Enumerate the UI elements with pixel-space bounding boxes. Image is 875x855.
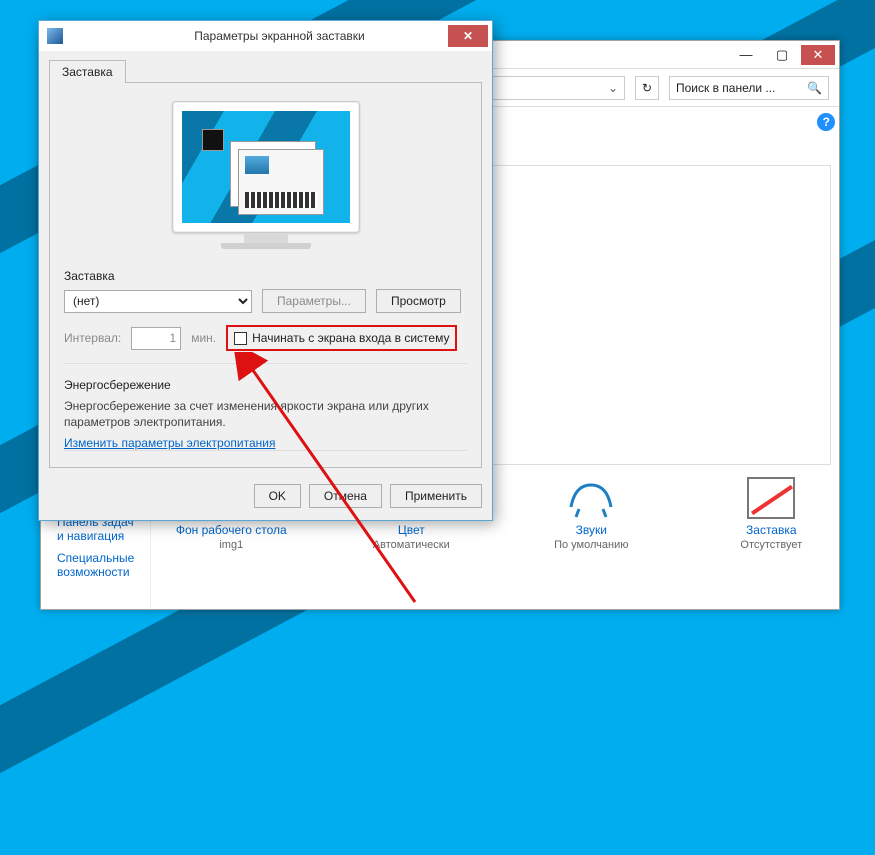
saver-label: Заставка [64, 269, 467, 283]
sidebar-link-ease[interactable]: Специальные возможности [57, 551, 134, 579]
dialog-close-button[interactable]: ✕ [448, 25, 488, 47]
dialog-titlebar: Параметры экранной заставки ✕ [39, 21, 492, 51]
energy-text: Энергосбережение за счет изменения яркос… [64, 398, 467, 430]
resume-checkbox[interactable] [234, 332, 247, 345]
quick-label[interactable]: Заставка [711, 523, 831, 537]
quick-label[interactable]: Фон рабочего стола [171, 523, 291, 537]
preview-monitor [172, 101, 360, 249]
quick-value: Отсутствует [740, 539, 802, 551]
params-button[interactable]: Параметры... [262, 289, 366, 313]
sounds-icon [567, 477, 615, 519]
quick-value: По умолчанию [554, 539, 628, 551]
search-icon: 🔍 [807, 81, 822, 95]
quick-value: img1 [219, 539, 243, 551]
screensaver-dialog: Параметры экранной заставки ✕ Заставка З… [38, 20, 493, 521]
quick-label[interactable]: Звуки [531, 523, 651, 537]
annotation-highlight: Начинать с экрана входа в систему [226, 325, 457, 351]
quick-label[interactable]: Цвет [351, 523, 471, 537]
minimize-button[interactable]: — [729, 45, 763, 65]
energy-link[interactable]: Изменить параметры электропитания [64, 436, 275, 450]
tab-screensaver[interactable]: Заставка [49, 60, 126, 83]
maximize-button[interactable]: ▢ [765, 45, 799, 65]
energy-group: Энергосбережение Энергосбережение за сче… [64, 363, 467, 451]
dialog-title: Параметры экранной заставки [67, 29, 492, 43]
refresh-button[interactable]: ↻ [635, 76, 659, 100]
search-box[interactable]: Поиск в панели ... 🔍 [669, 76, 829, 100]
close-button[interactable]: ✕ [801, 45, 835, 65]
screensaver-icon [747, 477, 795, 519]
interval-unit: мин. [191, 331, 216, 345]
interval-input[interactable] [131, 327, 181, 350]
search-text: Поиск в панели ... [676, 81, 775, 95]
saver-select[interactable]: (нет) [64, 290, 252, 313]
resume-label: Начинать с экрана входа в систему [252, 331, 449, 345]
dialog-icon [47, 28, 63, 44]
energy-title: Энергосбережение [64, 378, 467, 392]
interval-label: Интервал: [64, 331, 121, 345]
tab-page: Заставка (нет) Параметры... Просмотр Инт… [49, 82, 482, 468]
ok-button[interactable]: OK [254, 484, 301, 508]
cancel-button[interactable]: Отмена [309, 484, 382, 508]
quick-value: Автоматически [373, 539, 450, 551]
help-icon[interactable]: ? [817, 113, 835, 131]
apply-button[interactable]: Применить [390, 484, 482, 508]
preview-button[interactable]: Просмотр [376, 289, 461, 313]
quick-screensaver[interactable]: Заставка Отсутствует [711, 477, 831, 551]
quick-sounds[interactable]: Звуки По умолчанию [531, 477, 651, 551]
